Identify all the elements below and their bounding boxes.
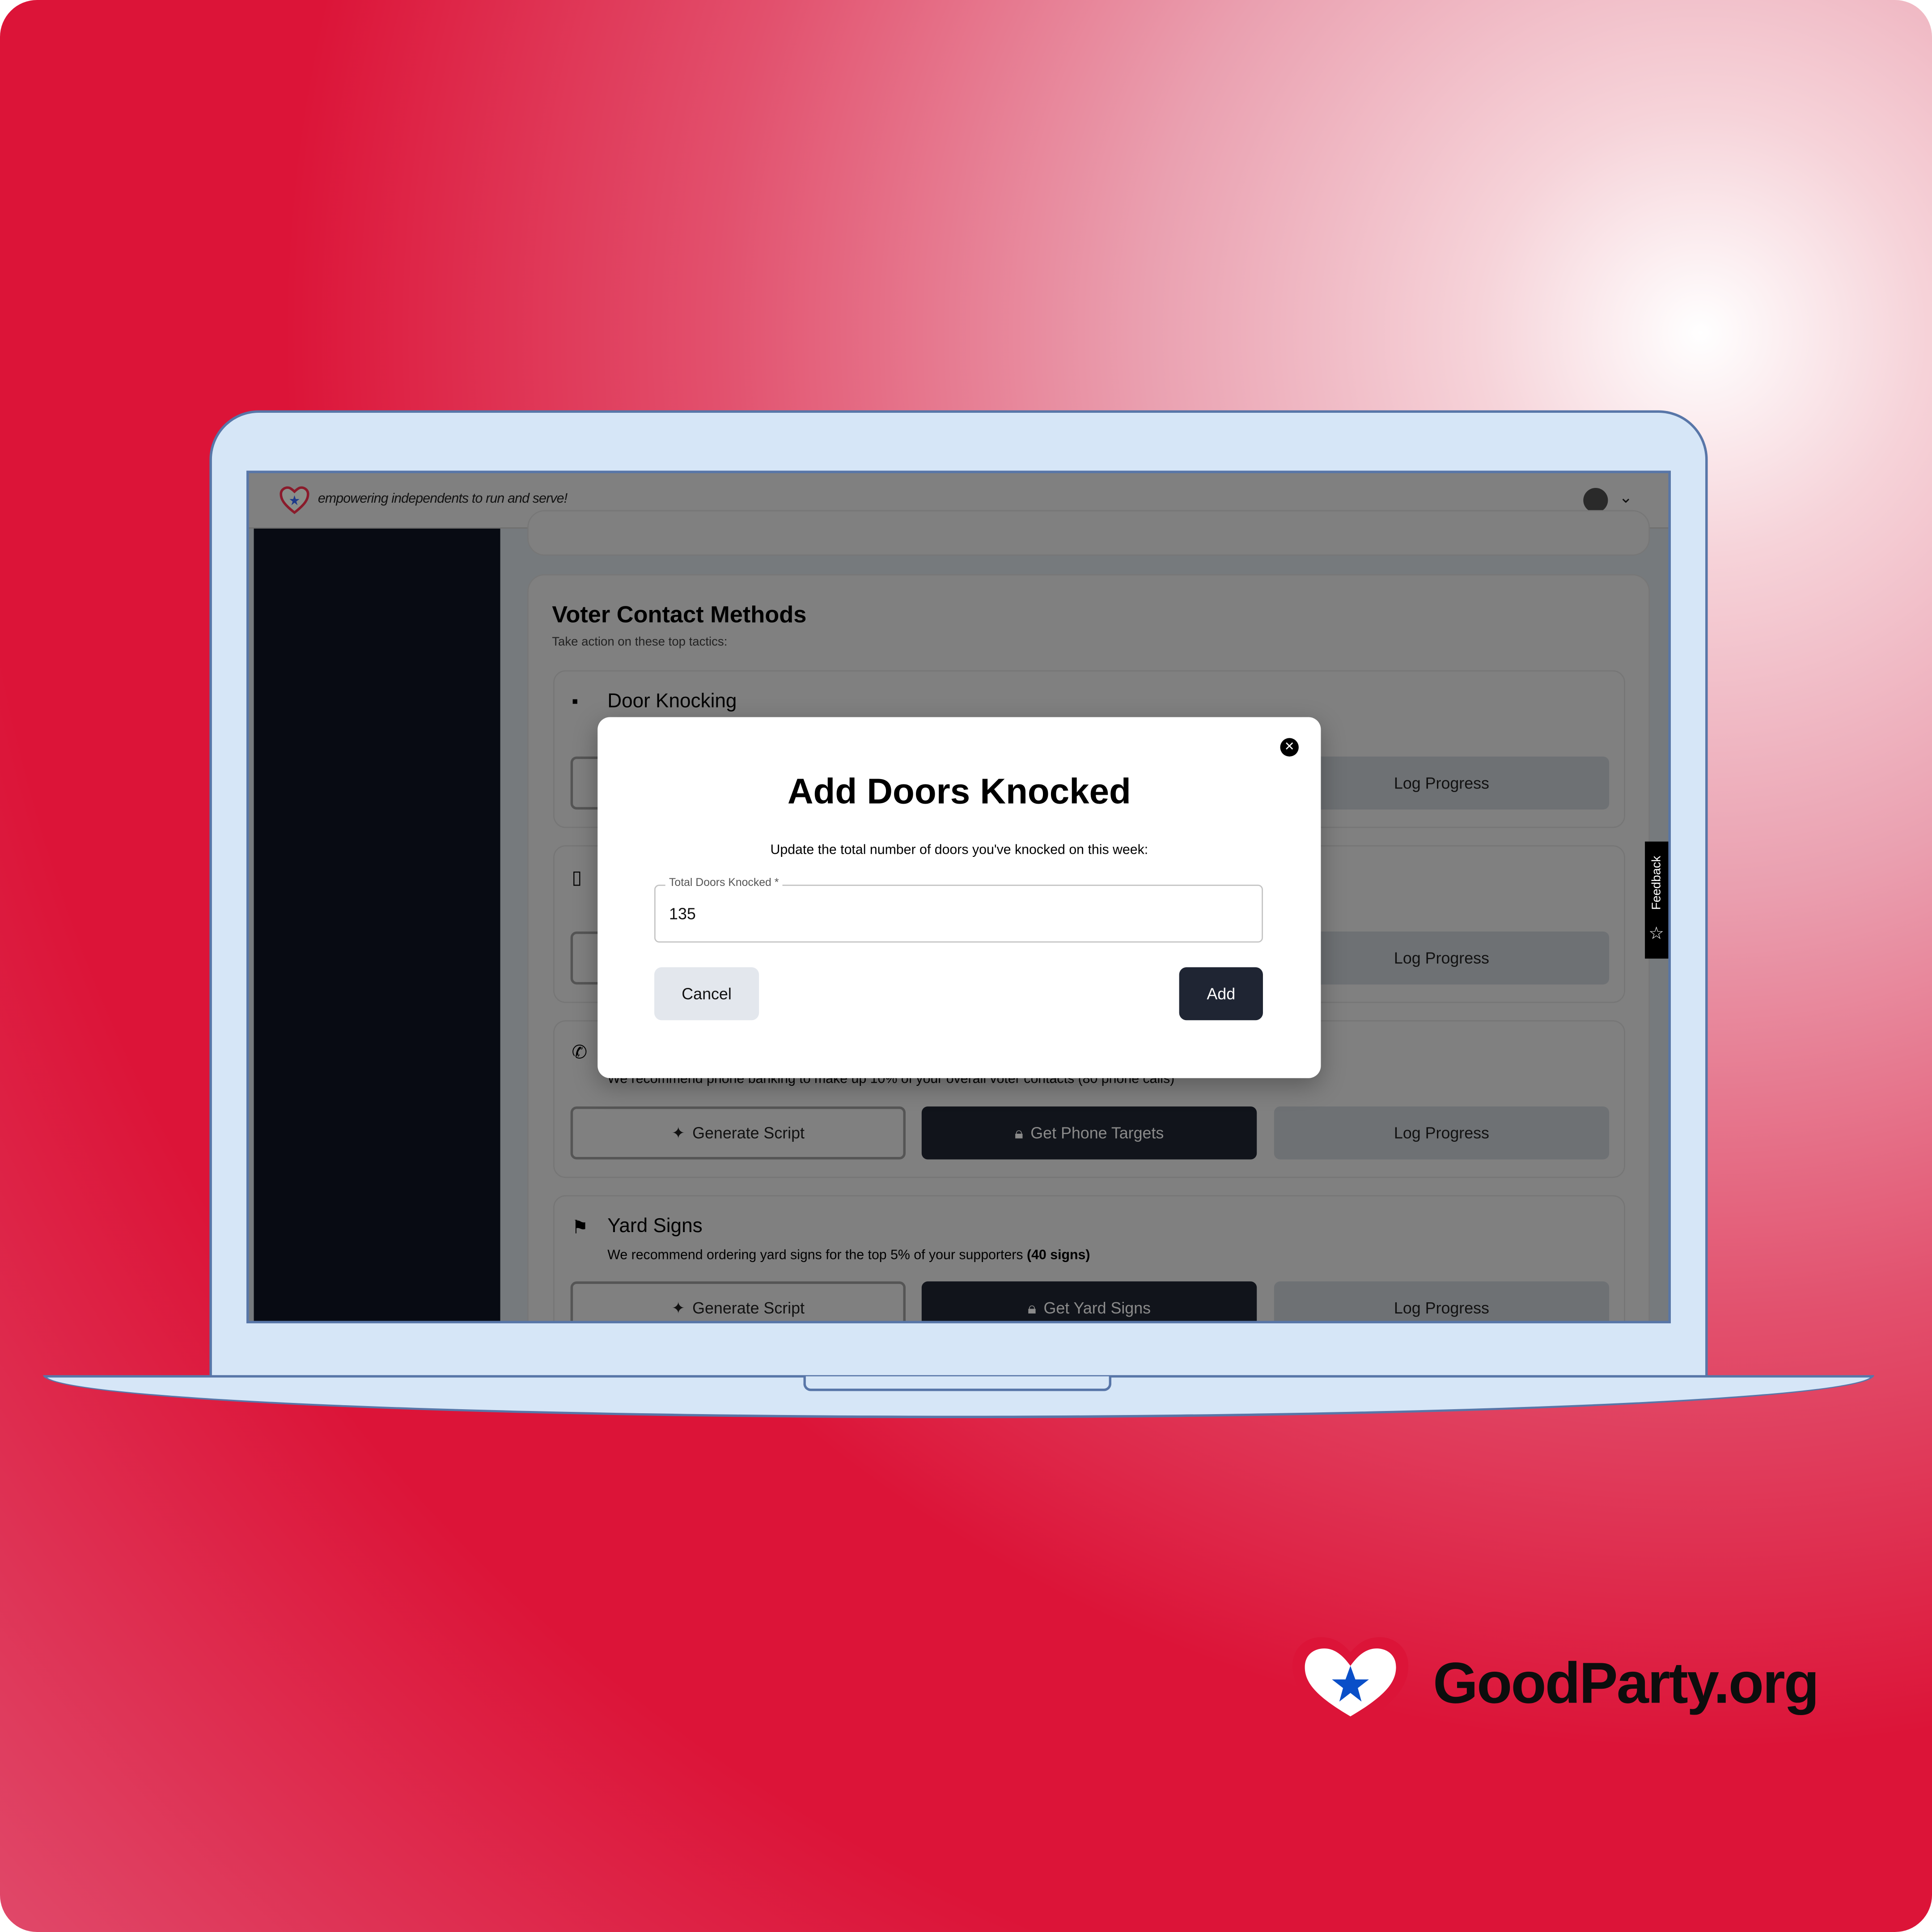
door-icon: ▪ <box>572 691 579 712</box>
modal-title: Add Doors Knocked <box>787 772 1131 812</box>
add-doors-modal: ✕ Add Doors Knocked Update the total num… <box>597 717 1321 1078</box>
log-progress-button[interactable]: Log Progress <box>1274 1106 1610 1160</box>
previous-card <box>527 510 1650 556</box>
mobile-phone-icon: ▯ <box>572 867 582 889</box>
section-title: Voter Contact Methods <box>552 602 807 629</box>
goodparty-heart-logo <box>1292 1637 1409 1731</box>
tactic-count: (40 signs) <box>1026 1248 1090 1263</box>
heart-logo-icon[interactable] <box>279 486 311 515</box>
add-button[interactable]: Add <box>1179 967 1263 1021</box>
sparkle-icon: ✦ <box>671 1123 685 1142</box>
button-label: Get Yard Signs <box>1043 1298 1151 1318</box>
sidebar <box>254 528 500 1321</box>
lock-icon: 🔒︎ <box>1014 1123 1023 1142</box>
field-label: Total Doors Knocked * <box>665 876 783 889</box>
field-value: 135 <box>669 904 696 923</box>
feedback-label: Feedback <box>1650 856 1664 910</box>
chevron-down-icon[interactable]: ⌄ <box>1619 488 1632 508</box>
close-icon[interactable]: ✕ <box>1280 738 1299 757</box>
get-yard-signs-button[interactable]: 🔒︎ Get Yard Signs <box>921 1281 1257 1321</box>
signpost-icon: ⚑ <box>572 1217 589 1238</box>
star-icon: ☆ <box>1648 923 1664 943</box>
lock-icon: 🔒︎ <box>1027 1298 1036 1317</box>
user-avatar[interactable] <box>1583 488 1608 513</box>
modal-description: Update the total number of doors you've … <box>770 843 1148 858</box>
laptop-notch <box>803 1376 1112 1391</box>
brand-wordmark: GoodParty.org <box>1433 1650 1819 1716</box>
get-phone-targets-button[interactable]: 🔒︎ Get Phone Targets <box>921 1106 1257 1160</box>
total-doors-input[interactable]: Total Doors Knocked * 135 <box>654 876 1263 943</box>
button-label: Generate Script <box>692 1123 805 1142</box>
phone-icon: ✆ <box>572 1042 588 1063</box>
generate-script-button[interactable]: ✦ Generate Script <box>570 1106 906 1160</box>
cancel-button[interactable]: Cancel <box>654 967 759 1021</box>
promo-canvas: empowering independents to run and serve… <box>0 0 1932 1932</box>
tactic-title: Door Knocking <box>607 691 737 712</box>
log-progress-button[interactable]: Log Progress <box>1274 1281 1610 1321</box>
tactic-description: We recommend ordering yard signs for the… <box>607 1248 1023 1263</box>
tactic-yard-signs: ⚑ Yard Signs We recommend ordering yard … <box>553 1195 1625 1321</box>
button-label: Generate Script <box>692 1298 805 1318</box>
log-progress-button[interactable]: Log Progress <box>1274 756 1610 810</box>
tagline: empowering independents to run and serve… <box>318 491 568 507</box>
tactic-title: Yard Signs <box>607 1216 703 1237</box>
log-progress-button[interactable]: Log Progress <box>1274 931 1610 985</box>
generate-script-button[interactable]: ✦ Generate Script <box>570 1281 906 1321</box>
section-subtitle: Take action on these top tactics: <box>552 636 728 649</box>
feedback-tab[interactable]: Feedback ☆ <box>1645 841 1669 959</box>
button-label: Get Phone Targets <box>1030 1123 1164 1142</box>
sparkle-icon: ✦ <box>671 1298 685 1317</box>
